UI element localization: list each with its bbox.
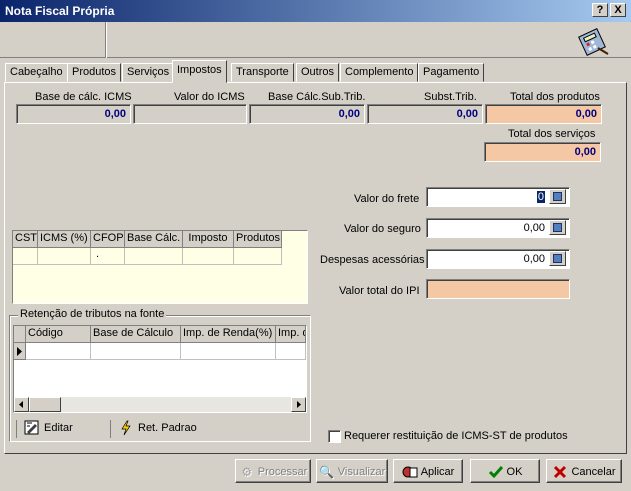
editar-button[interactable]: Editar [16, 420, 106, 438]
ret-col-codigo: Código [26, 326, 91, 343]
scroll-thumb[interactable] [29, 397, 61, 412]
icms-col-cfop: CFOP [91, 231, 125, 248]
icms-col-imposto: Imposto [183, 231, 234, 248]
process-icon: ⚙ [241, 465, 253, 479]
total-servicos-label: Total dos serviços [508, 128, 596, 140]
checkmark-icon [488, 466, 503, 479]
calculator-icon [578, 28, 609, 56]
calculator-icon [553, 192, 562, 201]
ipi-label: Valor total do IPI [339, 285, 420, 297]
table-cell[interactable]: . [91, 248, 125, 265]
subst-trib-label: Subst.Trib. [424, 91, 477, 103]
ok-button[interactable]: OK [470, 459, 540, 483]
preview-icon: 🔍 [319, 465, 335, 479]
row-indicator [14, 343, 26, 360]
base-sub-trib-value: 0,00 [249, 104, 365, 124]
visualizar-button[interactable]: 🔍 Visualizar [316, 459, 388, 483]
valor-icms-label: Valor do ICMS [174, 91, 245, 103]
arrow-right-icon [297, 401, 301, 408]
table-cell[interactable] [13, 248, 38, 265]
processar-label: Processar [257, 465, 308, 478]
window-title: Nota Fiscal Própria [5, 4, 115, 18]
visualizar-label: Visualizar [337, 465, 386, 478]
seguro-label: Valor do seguro [344, 223, 421, 235]
aplicar-label: Aplicar [420, 465, 455, 478]
total-produtos-value: 0,00 [485, 104, 602, 124]
base-icms-value: 0,00 [16, 104, 131, 124]
scroll-left-button[interactable] [14, 397, 29, 412]
base-icms-label: Base de cálc. ICMS [35, 91, 132, 103]
toolbar-area [0, 22, 631, 58]
close-button[interactable]: X [610, 3, 626, 17]
cancelar-label: Cancelar [571, 465, 616, 478]
table-cell[interactable] [125, 248, 183, 265]
despesas-label: Despesas acessórias [320, 254, 425, 266]
icms-st-checkbox-label: Requerer restituição de ICMS-ST de produ… [344, 430, 568, 442]
editar-label: Editar [44, 422, 73, 434]
frete-calc-button[interactable] [549, 189, 566, 204]
arrow-left-icon [19, 401, 23, 408]
retencao-title: Retenção de tributos na fonte [18, 308, 167, 320]
frete-value: 0 [536, 191, 545, 203]
cancel-x-icon [554, 465, 567, 479]
calculator-icon [553, 223, 562, 232]
lightning-icon [121, 420, 131, 436]
table-cell[interactable] [183, 248, 234, 265]
icms-st-checkbox[interactable] [328, 430, 341, 443]
valor-icms-value [133, 104, 247, 124]
icms-col-produtos: Produtos [234, 231, 282, 248]
ok-label: OK [506, 465, 523, 478]
title-bar: Nota Fiscal Própria ? X [0, 0, 631, 22]
table-cell[interactable] [38, 248, 91, 265]
total-produtos-label: Total dos produtos [510, 91, 600, 103]
icms-col-icms: ICMS (%) [38, 231, 91, 248]
processar-button[interactable]: ⚙ Processar [235, 459, 311, 483]
table-cell[interactable] [234, 248, 282, 265]
tab-servicos[interactable]: Serviços [122, 63, 175, 82]
calculator-icon [553, 254, 562, 263]
tab-outros[interactable]: Outros [296, 63, 340, 82]
apply-icon [402, 466, 418, 478]
ipi-value [426, 279, 570, 299]
tab-complemento[interactable]: Complemento [340, 63, 419, 82]
tab-transporte[interactable]: Transporte [231, 63, 294, 82]
help-button[interactable]: ? [592, 3, 608, 17]
icms-col-base: Base Cálc. [125, 231, 183, 248]
ret-col-base: Base de Cálculo [91, 326, 181, 343]
row-pointer-icon [17, 347, 22, 356]
table-cell[interactable] [91, 343, 181, 360]
edit-icon [24, 420, 39, 435]
cancelar-button[interactable]: Cancelar [546, 459, 622, 483]
tab-impostos[interactable]: Impostos [172, 60, 227, 83]
retencao-hscrollbar[interactable] [14, 397, 306, 412]
table-cell[interactable] [181, 343, 276, 360]
despesas-calc-button[interactable] [549, 251, 566, 266]
toolbar-divider [105, 22, 107, 58]
table-cell[interactable] [26, 343, 91, 360]
tab-produtos[interactable]: Produtos [67, 63, 122, 82]
icms-col-cst: CST [13, 231, 38, 248]
ret-padrao-label: Ret. Padrao [138, 422, 197, 434]
table-cell[interactable] [276, 343, 306, 360]
tab-pagamento[interactable]: Pagamento [418, 63, 485, 82]
total-servicos-value: 0,00 [484, 142, 601, 162]
scroll-right-button[interactable] [291, 397, 306, 412]
row-indicator-header [14, 326, 26, 343]
base-sub-trib-label: Base Cálc.Sub.Trib. [268, 91, 366, 103]
ret-padrao-button[interactable]: Ret. Padrao [110, 420, 210, 438]
aplicar-button[interactable]: Aplicar [393, 459, 463, 483]
ret-col-imp: Imp. d [276, 326, 306, 343]
tab-cabecalho[interactable]: Cabeçalho [5, 63, 68, 82]
frete-label: Valor do frete [354, 193, 420, 205]
subst-trib-value: 0,00 [367, 104, 483, 124]
seguro-calc-button[interactable] [549, 220, 566, 235]
ret-col-ir: Imp. de Renda(%) [181, 326, 276, 343]
